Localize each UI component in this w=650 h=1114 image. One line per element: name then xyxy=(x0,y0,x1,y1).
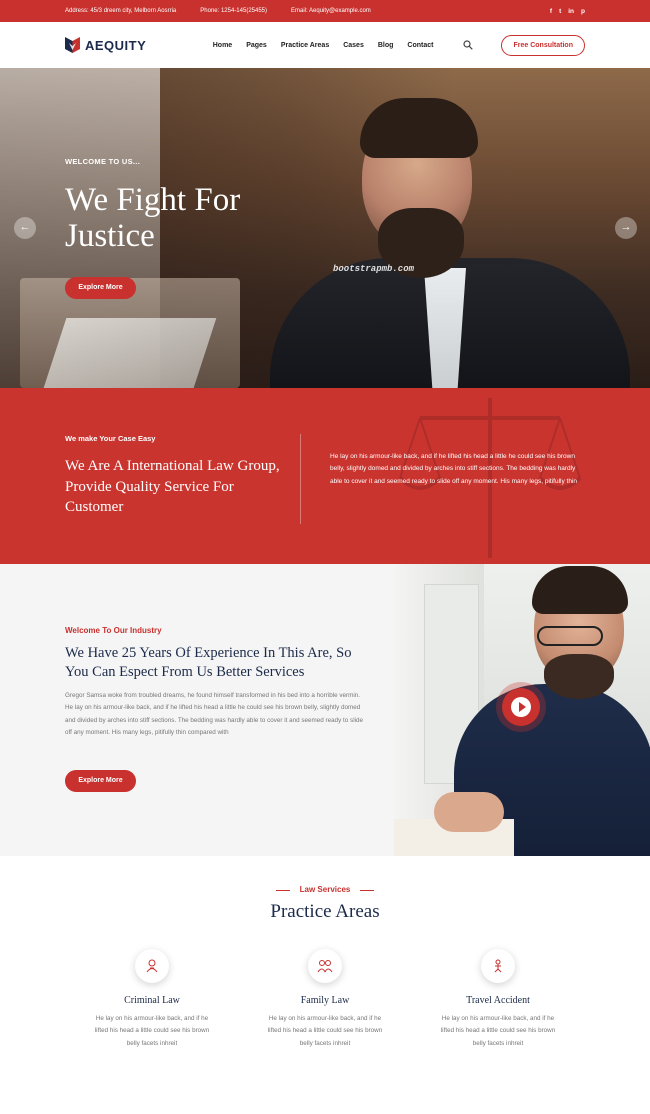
pinterest-icon[interactable]: p xyxy=(581,8,585,15)
photo-person-glasses xyxy=(537,626,603,646)
hero-welcome-text: WELCOME TO US... xyxy=(65,157,141,166)
nav-item-cases[interactable]: Cases xyxy=(343,42,364,49)
practice-card-desc: He lay on his armour-like back, and if h… xyxy=(94,1015,210,1047)
search-icon[interactable] xyxy=(463,40,474,50)
band-paragraph: He lay on his armour-like back, and if h… xyxy=(330,453,578,485)
logo-icon xyxy=(65,37,80,53)
practice-card-desc: He lay on his armour-like back, and if h… xyxy=(267,1015,383,1047)
photo-person-beard xyxy=(544,654,614,699)
brand-name: AEQUITY xyxy=(85,37,147,53)
practice-areas-section: Law Services Practice Areas Criminal Law… xyxy=(0,856,650,1114)
logo[interactable]: AEQUITY xyxy=(65,37,146,53)
label-line-right xyxy=(360,890,374,891)
experience-section: Welcome To Our Industry We Have 25 Years… xyxy=(0,564,394,856)
nav-menu: Home Pages Practice Areas Cases Blog Con… xyxy=(213,34,585,56)
main-navbar: AEQUITY Home Pages Practice Areas Cases … xyxy=(0,22,650,68)
travel-icon xyxy=(481,949,515,983)
intro-band: We make Your Case Easy We Are A Internat… xyxy=(0,388,650,564)
top-info-bar: Address: 45/3 dreem city, Melborn Aosrri… xyxy=(0,0,650,22)
nav-item-home[interactable]: Home xyxy=(213,42,232,49)
photo-person-hand xyxy=(434,792,504,832)
practice-card-title: Criminal Law xyxy=(124,995,180,1006)
band-subtitle: We make Your Case Easy xyxy=(65,434,156,443)
family-icon xyxy=(308,949,342,983)
practice-card-criminal-law[interactable]: Criminal Law He lay on his armour-like b… xyxy=(87,949,217,1050)
social-links: f t in p xyxy=(550,8,585,15)
nav-item-pages[interactable]: Pages xyxy=(246,42,267,49)
nav-item-practice-areas[interactable]: Practice Areas xyxy=(281,42,329,49)
experience-explore-button[interactable]: Explore More xyxy=(65,770,136,792)
experience-subtitle: Welcome To Our Industry xyxy=(65,626,162,635)
twitter-icon[interactable]: t xyxy=(559,8,561,15)
hero-slider: WELCOME TO US... We Fight For Justice Ex… xyxy=(0,68,650,388)
play-icon xyxy=(519,702,526,712)
phone-text: Phone: 1254-145(25455) xyxy=(200,8,268,14)
nav-item-blog[interactable]: Blog xyxy=(378,42,394,49)
slider-next-arrow-icon[interactable]: → xyxy=(615,217,637,239)
practice-label: Law Services xyxy=(299,885,351,894)
nav-item-contact[interactable]: Contact xyxy=(407,42,433,49)
photo-person-hair xyxy=(532,566,628,614)
free-consultation-button[interactable]: Free Consultation xyxy=(501,34,585,56)
hero-explore-button[interactable]: Explore More xyxy=(65,277,136,299)
practice-title: Practice Areas xyxy=(270,901,380,922)
email-text[interactable]: Email: Aequity@example.com xyxy=(291,8,371,14)
hero-laptop-image xyxy=(43,318,217,388)
practice-card-title: Travel Accident xyxy=(466,995,530,1006)
band-divider xyxy=(300,434,301,524)
facebook-icon[interactable]: f xyxy=(550,8,552,15)
hero-person-hair xyxy=(360,98,478,158)
practice-card-title: Family Law xyxy=(300,995,350,1006)
video-play-button[interactable] xyxy=(502,688,540,726)
address-text: Address: 45/3 dreem city, Melborn Aosrri… xyxy=(65,8,177,14)
linkedin-icon[interactable]: in xyxy=(568,8,574,15)
slider-prev-arrow-icon[interactable]: ← xyxy=(14,217,36,239)
practice-card-desc: He lay on his armour-like back, and if h… xyxy=(440,1015,556,1047)
band-headline: We Are A International Law Group, Provid… xyxy=(65,458,280,515)
experience-headline: We Have 25 Years Of Experience In This A… xyxy=(65,645,352,680)
experience-paragraph: Gregor Samsa woke from troubled dreams, … xyxy=(65,692,363,737)
criminal-icon xyxy=(135,949,169,983)
hero-title: We Fight For Justice xyxy=(65,182,241,254)
practice-card-family-law[interactable]: Family Law He lay on his armour-like bac… xyxy=(260,949,390,1050)
hero-watermark: bootstrapmb.com xyxy=(333,264,415,274)
practice-card-travel-accident[interactable]: Travel Accident He lay on his armour-lik… xyxy=(433,949,563,1050)
